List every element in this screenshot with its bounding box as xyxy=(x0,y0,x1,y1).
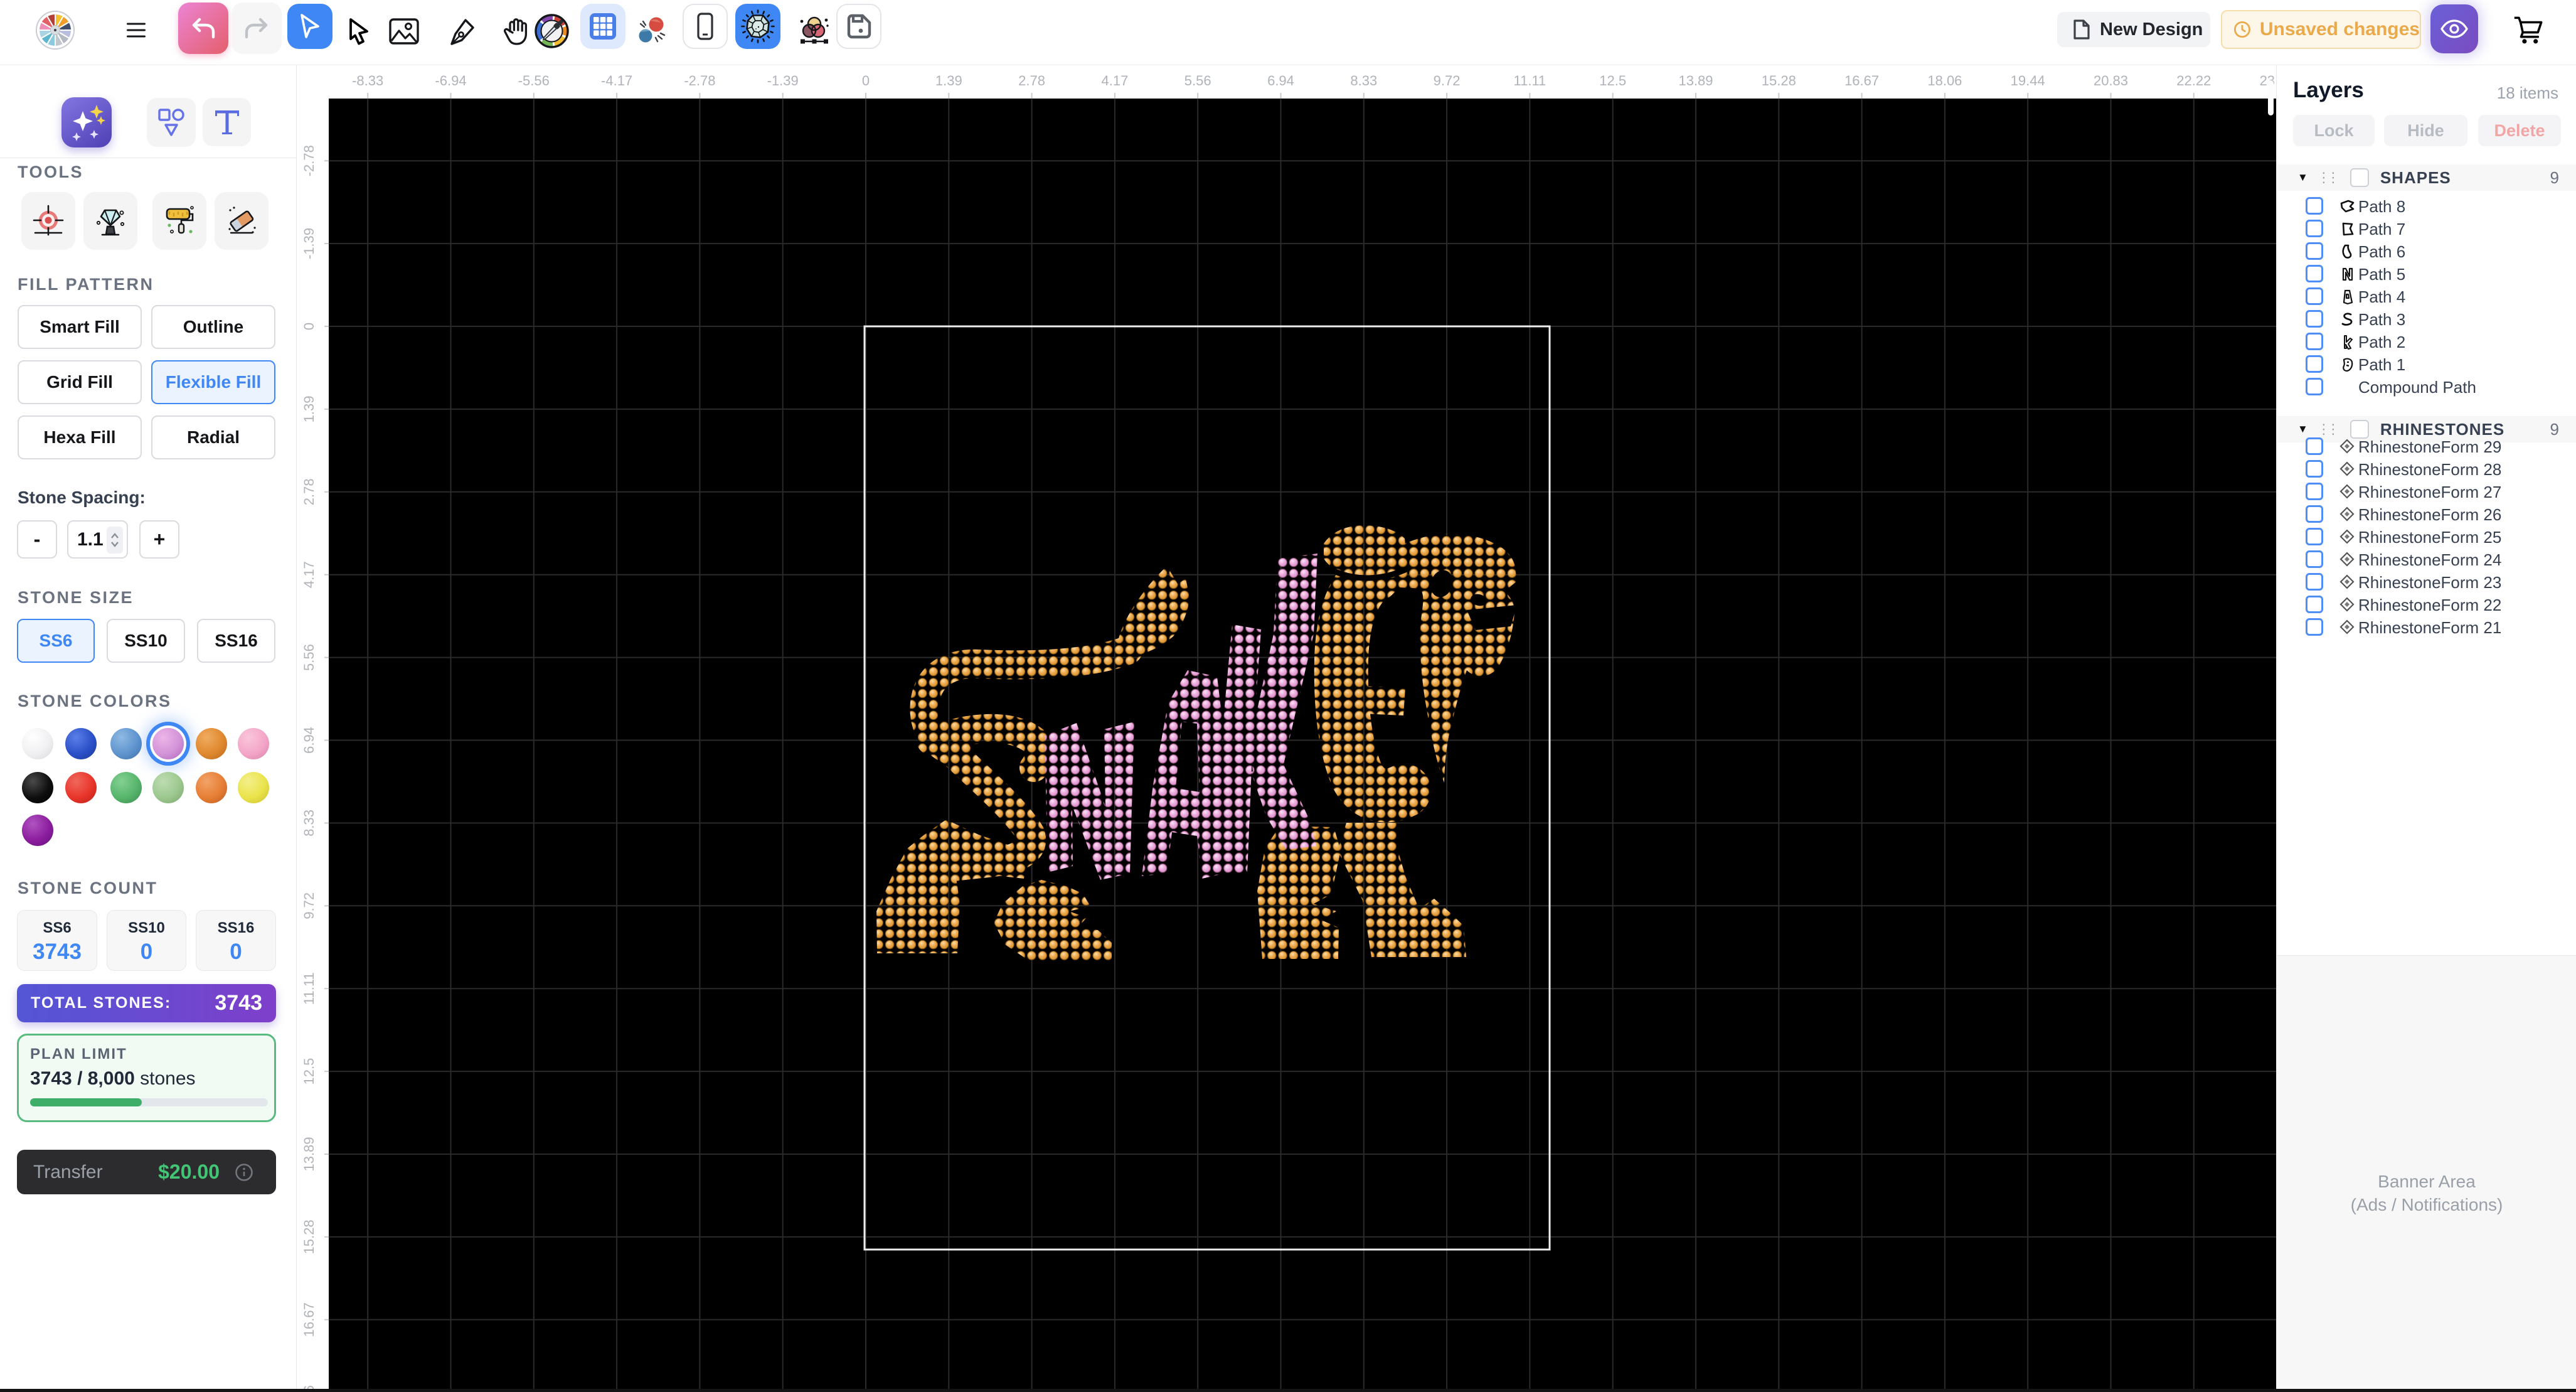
svg-text:5.56: 5.56 xyxy=(1184,73,1211,88)
svg-text:11.11: 11.11 xyxy=(1514,73,1546,88)
svg-text:15.28: 15.28 xyxy=(301,1219,317,1254)
svg-text:-4.17: -4.17 xyxy=(601,73,632,88)
svg-text:1.39: 1.39 xyxy=(935,73,962,88)
svg-text:-5.56: -5.56 xyxy=(518,73,550,88)
svg-text:-2.78: -2.78 xyxy=(301,145,317,176)
svg-text:8.33: 8.33 xyxy=(1350,73,1377,88)
svg-text:-6.94: -6.94 xyxy=(435,73,466,88)
svg-text:-8.33: -8.33 xyxy=(352,73,383,88)
svg-text:15.28: 15.28 xyxy=(1762,73,1796,88)
svg-text:16.67: 16.67 xyxy=(1844,73,1879,88)
svg-text:18.06: 18.06 xyxy=(1927,73,1962,88)
svg-text:13.89: 13.89 xyxy=(1678,73,1713,88)
svg-text:6.94: 6.94 xyxy=(301,727,317,754)
svg-text:11.11: 11.11 xyxy=(301,972,317,1005)
svg-text:9.72: 9.72 xyxy=(301,892,317,919)
svg-text:-1.39: -1.39 xyxy=(301,228,317,259)
svg-text:0: 0 xyxy=(301,323,317,330)
svg-text:19.44: 19.44 xyxy=(2011,73,2045,88)
svg-text:9.72: 9.72 xyxy=(1434,73,1461,88)
svg-text:20.83: 20.83 xyxy=(2094,73,2128,88)
svg-text:5.56: 5.56 xyxy=(301,644,317,671)
svg-text:22.22: 22.22 xyxy=(2176,73,2211,88)
svg-text:4.17: 4.17 xyxy=(1101,73,1128,88)
svg-text:16.67: 16.67 xyxy=(301,1302,317,1337)
svg-text:0: 0 xyxy=(862,73,870,88)
svg-text:6.94: 6.94 xyxy=(1267,73,1294,88)
svg-text:13.89: 13.89 xyxy=(301,1137,317,1171)
svg-text:-2.78: -2.78 xyxy=(684,73,715,88)
svg-text:2.78: 2.78 xyxy=(1018,73,1045,88)
svg-text:4.17: 4.17 xyxy=(301,561,317,588)
svg-text:1.39: 1.39 xyxy=(301,395,317,422)
svg-text:8.33: 8.33 xyxy=(301,810,317,837)
svg-text:2.78: 2.78 xyxy=(301,478,317,505)
svg-text:12.5: 12.5 xyxy=(1599,73,1626,88)
svg-text:12.5: 12.5 xyxy=(301,1058,317,1085)
svg-text:-1.39: -1.39 xyxy=(767,73,799,88)
